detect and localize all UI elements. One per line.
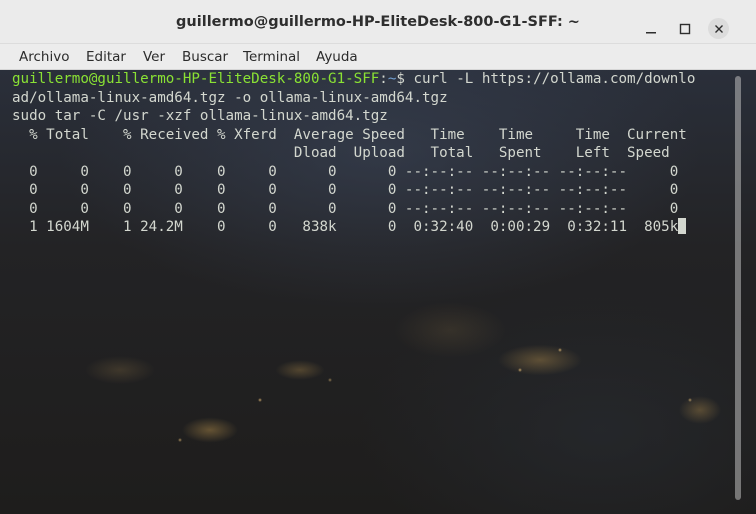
command-line: guillermo@guillermo-HP-EliteDesk-800-G1-… bbox=[12, 70, 732, 89]
terminal-window: guillermo@guillermo-HP-EliteDesk-800-G1-… bbox=[0, 0, 756, 514]
menu-ayuda[interactable]: Ayuda bbox=[316, 44, 358, 70]
minimize-icon bbox=[645, 31, 656, 33]
close-icon bbox=[714, 24, 723, 33]
command-text: curl -L https://ollama.com/downlo bbox=[413, 71, 696, 87]
curl-header-2: Dload Upload Total Spent Left Speed bbox=[12, 145, 670, 161]
curl-progress-row: 0 0 0 0 0 0 0 0 --:--:-- --:--:-- --:--:… bbox=[12, 200, 679, 217]
terminal-output: guillermo@guillermo-HP-EliteDesk-800-G1-… bbox=[12, 70, 732, 237]
curl-progress-current-text: 1 1604M 1 24.2M 0 0 838k 0 0:32:40 0:00:… bbox=[12, 219, 679, 235]
curl-header-1: % Total % Received % Xferd Average Speed… bbox=[12, 126, 687, 143]
curl-progress-row: 0 0 0 0 0 0 0 0 --:--:-- --:--:-- --:--:… bbox=[12, 163, 679, 180]
maximize-icon bbox=[679, 23, 690, 34]
terminal-scrollbar[interactable] bbox=[733, 70, 743, 514]
prompt-separator: : bbox=[379, 71, 388, 87]
menu-ver[interactable]: Ver bbox=[143, 44, 165, 70]
terminal-area[interactable]: guillermo@guillermo-HP-EliteDesk-800-G1-… bbox=[0, 70, 756, 514]
menu-editar[interactable]: Editar bbox=[86, 44, 126, 70]
title-bar[interactable]: guillermo@guillermo-HP-EliteDesk-800-G1-… bbox=[0, 0, 756, 44]
text-cursor bbox=[678, 218, 687, 234]
close-button[interactable] bbox=[708, 18, 729, 39]
curl-progress-current: 1 1604M 1 24.2M 0 0 838k 0 0:32:40 0:00:… bbox=[12, 218, 732, 237]
maximize-button[interactable] bbox=[674, 18, 695, 39]
menu-buscar[interactable]: Buscar bbox=[182, 44, 228, 70]
menu-terminal[interactable]: Terminal bbox=[243, 44, 300, 70]
menu-bar: Archivo Editar Ver Buscar Terminal Ayuda bbox=[0, 44, 756, 70]
menu-archivo[interactable]: Archivo bbox=[19, 44, 69, 70]
curl-progress-row: 0 0 0 0 0 0 0 0 --:--:-- --:--:-- --:--:… bbox=[12, 182, 679, 198]
command-line-wrap: ad/ollama-linux-amd64.tgz -o ollama-linu… bbox=[12, 89, 448, 106]
prompt-user: guillermo@guillermo-HP-EliteDesk-800-G1-… bbox=[12, 71, 380, 87]
minimize-button[interactable] bbox=[640, 18, 661, 39]
scrollbar-thumb[interactable] bbox=[735, 76, 741, 500]
prompt-symbol: $ bbox=[396, 71, 414, 87]
command-line-tar: sudo tar -C /usr -xzf ollama-linux-amd64… bbox=[12, 108, 388, 124]
